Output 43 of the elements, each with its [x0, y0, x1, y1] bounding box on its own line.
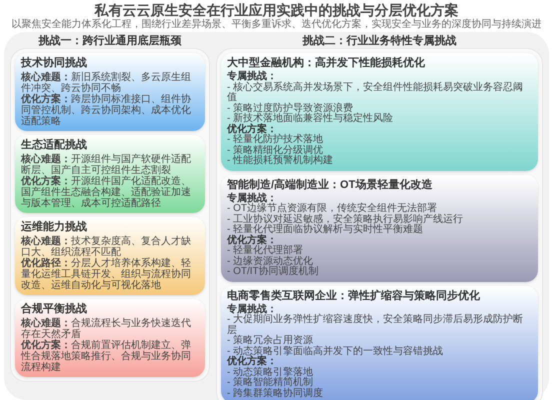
- section-heading: 专属挑战：: [227, 72, 277, 82]
- card-text: 核心难题：技术复杂度高、复合人才缺口大、组织流程不匹配: [21, 236, 192, 258]
- list-item: - 动态策略引擎面临高并发下的一致性与容错挑战: [227, 346, 444, 356]
- list-item: - 性能损耗预警机制构建: [227, 156, 334, 166]
- card-text: 核心难题：合规流程长与业务快速迭代存在天然矛盾: [21, 318, 192, 340]
- section-heading: 优化方案：: [227, 124, 277, 134]
- card-title: 合规平衡挑战: [21, 303, 88, 316]
- card-text: 优化方案：开源组件国产化适配改造、国产组件生态融合构建、适配验证加速与版本管理、成本可控适配路径: [21, 176, 192, 209]
- section-heading: 专属挑战：: [227, 304, 277, 314]
- list-item: - 轻量化防护技术落地: [227, 135, 324, 145]
- list-item: - 策略过度防护导致资源浪费: [227, 104, 354, 114]
- list-item: - 跨集群策略协同调度: [227, 388, 324, 399]
- list-item: - OT边缘节点资源有限，传统安全组件无法部署: [227, 204, 437, 214]
- section-heading: 优化方案：: [227, 357, 277, 367]
- card-text: 优化方案：合规前置评估机制建立、弹性合规落地策略推行、合规与业务协同流程构建: [21, 340, 192, 373]
- card-title: 运维能力挑战: [21, 221, 88, 234]
- section-heading: 优化方案：: [227, 236, 277, 246]
- list-item: - 边缘资源动态优化: [227, 256, 314, 266]
- card-text: 优化路径：分层人才培养体系构建、轻量化运维工具链开发、组织与流程协同改造、运维自动化与可视化落地: [21, 258, 192, 291]
- list-item: - 策略冗余占用资源: [227, 336, 314, 346]
- list-item: - 轻量化代理部署: [227, 246, 304, 256]
- card-text: 核心难题：开源组件与国产软硬件适配断层、国产自主可控组件生态割裂: [21, 154, 192, 176]
- list-item: - 工业协议对延迟敏感，安全策略执行易影响产线运行: [227, 214, 464, 224]
- list-item: - 策略精细化分级调优: [227, 146, 324, 156]
- page-title: 私有云云原生安全在行业应用实践中的挑战与分层优化方案: [93, 2, 460, 18]
- card-title: 电商零售类互联网企业：弹性扩缩容与策略同步优化: [227, 290, 481, 302]
- list-item: - 大促期间业务弹性扩缩容速度快，安全策略同步滞后易形成防护断层: [227, 315, 524, 336]
- list-item: - 策略智能精简机制: [227, 378, 314, 388]
- list-item: - 动态策略引擎落地: [227, 368, 314, 378]
- section-heading: 专属挑战：: [227, 194, 277, 204]
- column-heading: 挑战一：跨行业通用底层瓶颈: [37, 34, 182, 48]
- list-item: - 核心交易系统高并发场景下，安全组件性能损耗易突破业务容忍阈值: [227, 82, 524, 103]
- card-text: 核心难题：新旧系统割裂、多云原生组件冲突、跨云协同不畅: [21, 72, 192, 94]
- card-title: 技术协同挑战: [21, 57, 88, 70]
- list-item: - 轻量化代理面临协议解析与实时性平衡难题: [227, 225, 424, 235]
- list-item: - OT/IT协同调度机制: [227, 267, 320, 278]
- page-subtitle: 以聚焦安全能力体系化工程，围绕行业差异场景、平衡多重诉求、迭代优化方案，实现安全与业务的深度协同与持续演进: [10, 19, 542, 30]
- card-title: 智能制造/高端制造业：OT场景轻量化改造: [227, 178, 434, 192]
- column-heading: 挑战二：行业业务特性专属挑战: [301, 34, 458, 48]
- card-title: 大中型金融机构：高并发下性能损耗优化: [227, 57, 426, 70]
- card-text: 优化方案：跨层协同标准接口、组件协同管控机制、跨云协同架构、成本优化适配策略: [21, 94, 192, 127]
- card-title: 生态适配挑战: [21, 139, 88, 152]
- list-item: - 新技术落地面临兼容性与稳定性风险: [227, 114, 394, 124]
